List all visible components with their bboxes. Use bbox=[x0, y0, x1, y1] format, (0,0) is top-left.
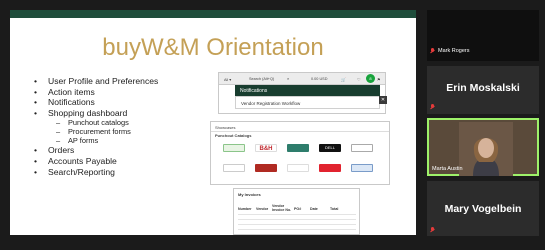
column-header: PO# bbox=[294, 207, 302, 211]
notifications-header: Notifications bbox=[235, 85, 380, 96]
participant-tile[interactable]: Mary Vogelbein bbox=[427, 181, 539, 236]
heart-icon: ♡ bbox=[357, 78, 361, 82]
agenda-item: Shopping dashboard bbox=[34, 108, 214, 119]
notifications-screenshot: All ▾ Search (Alt+Q) ⌕ 0.00 USD 🛒 ♡ ⚑ 8 … bbox=[218, 72, 387, 114]
column-header: Vendor bbox=[256, 207, 269, 211]
active-speaker-tile[interactable]: Marta Austin bbox=[427, 118, 539, 176]
agenda-list: User Profile and Preferences Action item… bbox=[34, 76, 214, 177]
close-icon: ✕ bbox=[379, 96, 387, 104]
mock-search-field: Search (Alt+Q) bbox=[249, 77, 275, 81]
agenda-subitem: Procurement forms bbox=[34, 127, 214, 136]
agenda-subitem: Punchout catalogs bbox=[34, 118, 214, 127]
participant-name: Marta Austin bbox=[432, 166, 463, 172]
supplier-logo: DELL bbox=[319, 144, 341, 152]
slide-title: buyW&M Orientation bbox=[102, 34, 324, 61]
participant-name: Mark Rogers bbox=[438, 48, 470, 54]
agenda-item: Action items bbox=[34, 87, 214, 98]
shared-slide: buyW&M Orientation User Profile and Pref… bbox=[10, 10, 416, 235]
mock-invoices-title: My Invoices bbox=[238, 192, 261, 197]
supplier-logo: B&H bbox=[255, 144, 277, 152]
column-header: Date bbox=[310, 207, 318, 211]
supplier-logo bbox=[287, 144, 309, 152]
supplier-logo bbox=[223, 144, 245, 152]
flag-icon: ⚑ bbox=[377, 78, 381, 82]
mock-catalogs-subtitle: Punchout Catalogs bbox=[215, 133, 252, 138]
supplier-logo bbox=[223, 164, 245, 172]
muted-mic-icon bbox=[430, 227, 435, 233]
mock-cart-total: 0.00 USD bbox=[311, 77, 328, 81]
agenda-subitem: AP forms bbox=[34, 136, 214, 145]
agenda-item: User Profile and Preferences bbox=[34, 76, 214, 87]
mock-search-scope: All ▾ bbox=[224, 78, 232, 82]
supplier-logo bbox=[255, 164, 277, 172]
search-icon: ⌕ bbox=[287, 77, 290, 81]
agenda-item: Accounts Payable bbox=[34, 156, 214, 167]
participant-tile[interactable]: Mark Rogers bbox=[427, 10, 539, 61]
muted-mic-icon bbox=[430, 104, 435, 110]
slide-header-band bbox=[10, 10, 416, 18]
my-invoices-screenshot: My Invoices Number Vendor Vendor Invoice… bbox=[233, 188, 360, 235]
column-header: Total bbox=[330, 207, 339, 211]
cart-icon: 🛒 bbox=[341, 78, 346, 82]
notification-item: Vendor Registration Workflow bbox=[235, 96, 380, 109]
supplier-logo bbox=[287, 164, 309, 172]
video-call-window: buyW&M Orientation User Profile and Pref… bbox=[0, 0, 545, 250]
participant-video bbox=[459, 122, 513, 176]
participant-tile[interactable]: Erin Moskalski bbox=[427, 66, 539, 114]
mock-toolbar: All ▾ Search (Alt+Q) ⌕ 0.00 USD 🛒 ♡ ⚑ bbox=[219, 73, 385, 85]
participant-name: Mary Vogelbein bbox=[444, 203, 522, 215]
column-header: Number bbox=[238, 207, 252, 211]
column-header: Vendor Invoice No. bbox=[272, 204, 292, 212]
notification-badge: 8 bbox=[366, 74, 375, 83]
agenda-item: Notifications bbox=[34, 97, 214, 108]
agenda-item: Search/Reporting bbox=[34, 167, 214, 178]
punchout-catalogs-screenshot: Showcases Punchout Catalogs B&H DELL bbox=[210, 121, 390, 185]
participant-name: Erin Moskalski bbox=[446, 82, 520, 94]
muted-mic-icon bbox=[430, 48, 435, 54]
mock-showcases-title: Showcases bbox=[215, 125, 236, 130]
supplier-logo bbox=[351, 164, 373, 172]
supplier-logo bbox=[319, 164, 341, 172]
supplier-logo bbox=[351, 144, 373, 152]
agenda-item: Orders bbox=[34, 145, 214, 156]
